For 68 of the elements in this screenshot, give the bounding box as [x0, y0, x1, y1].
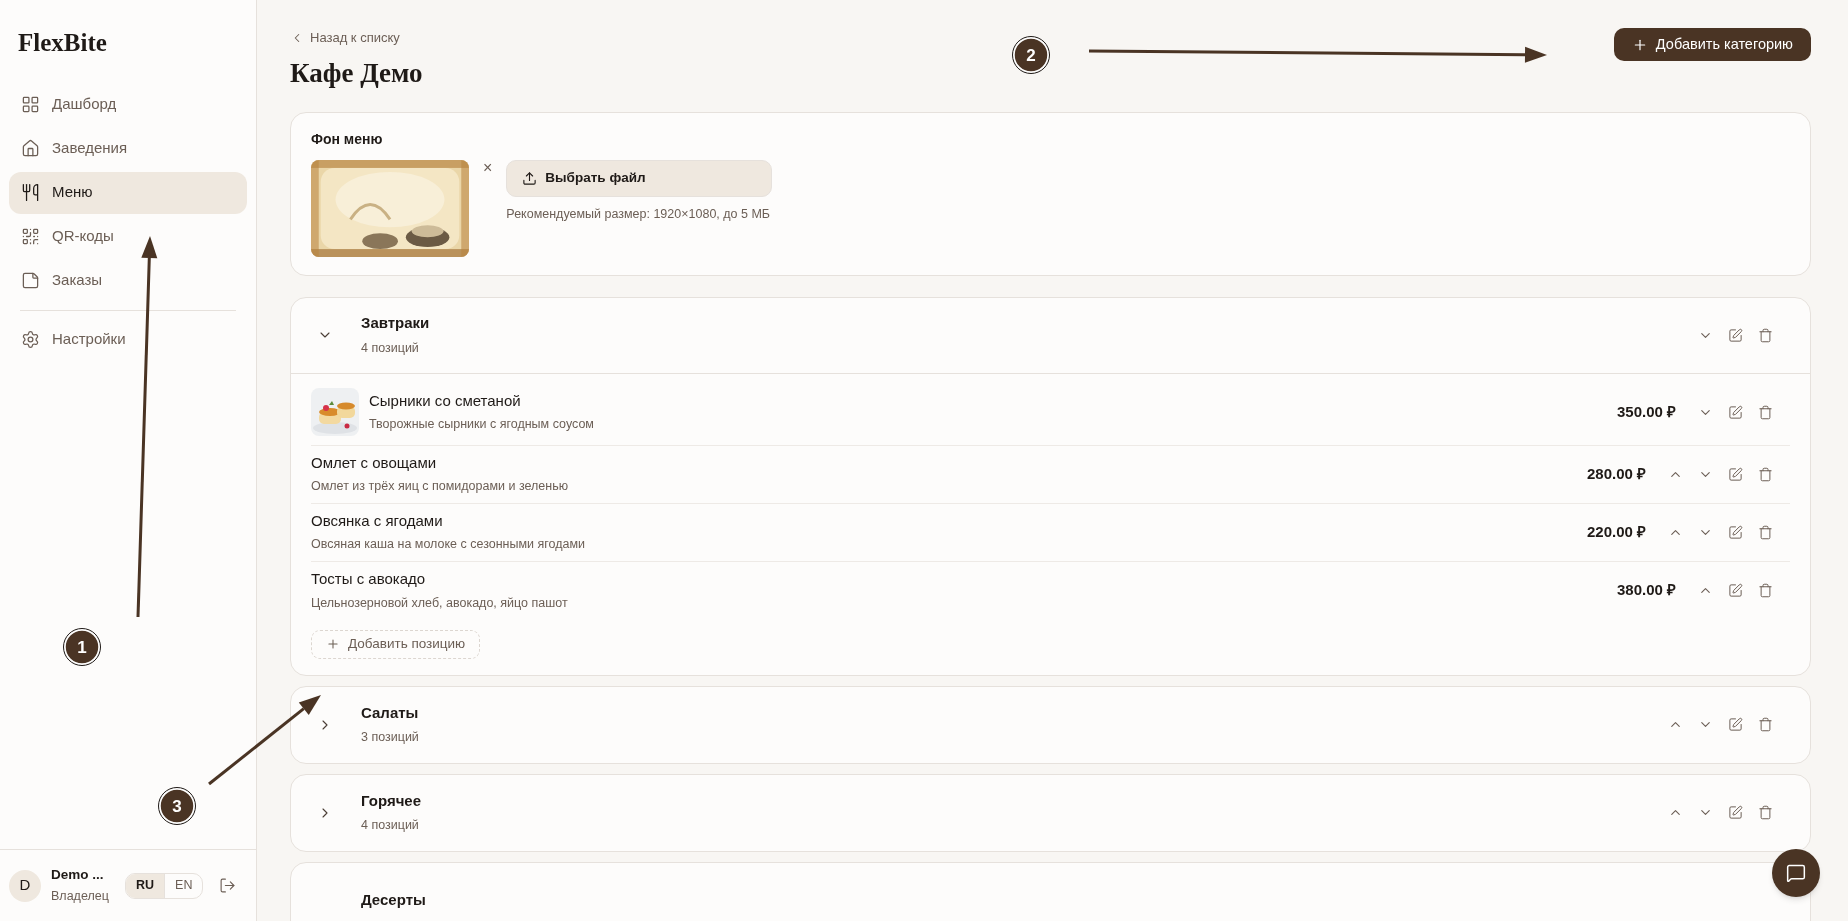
language-option[interactable]: RU	[126, 873, 165, 898]
trash-icon	[1757, 805, 1773, 820]
house-icon	[21, 139, 40, 158]
numbered-marker: 3	[158, 787, 196, 825]
add-item-button[interactable]: Добавить позицию	[311, 629, 481, 659]
chat-icon	[1786, 863, 1806, 883]
edit-icon	[1727, 327, 1743, 343]
category-name: Завтраки	[361, 313, 431, 334]
avatar: D	[9, 869, 41, 902]
item-price: 380.00 ₽	[1616, 580, 1676, 601]
numbered-marker: 2	[1012, 36, 1050, 74]
numbered-marker: 1	[63, 628, 101, 666]
item-name: Сырники со сметаной	[369, 390, 522, 411]
edit-icon	[1727, 466, 1743, 482]
edit-icon	[1727, 404, 1743, 420]
item-count: 3 позиций	[361, 729, 420, 747]
remove-button[interactable]: ×	[483, 159, 493, 176]
trash-icon	[1757, 717, 1773, 732]
chat-button[interactable]	[1772, 849, 1820, 897]
settings-icon	[21, 330, 40, 349]
item-name: Омлет с овощами	[311, 452, 438, 473]
size-hint: Рекомендуемый размер: 1920×1080, до 5 МБ	[506, 205, 772, 223]
item-price: 280.00 ₽	[1586, 463, 1646, 484]
logout-icon	[219, 877, 237, 894]
category-name: Горячее	[361, 790, 423, 811]
qr-code-icon	[21, 227, 40, 246]
edit-icon	[1727, 524, 1743, 540]
upload-icon	[522, 170, 538, 186]
add-category-button[interactable]: Добавить категорию	[1613, 28, 1811, 61]
trash-icon	[1757, 466, 1773, 482]
trash-icon	[1757, 524, 1773, 540]
fork-knife-icon	[21, 183, 40, 202]
user-name: Demo ...	[51, 866, 105, 884]
item-description: Овсяная каша на молоке с сезонными ягодами	[311, 536, 587, 554]
sidebar-item[interactable]: Заведения	[9, 127, 247, 170]
item-price: 350.00 ₽	[1616, 401, 1676, 422]
logo: FlexBite	[18, 29, 107, 56]
sidebar-item[interactable]: Настройки	[9, 318, 247, 361]
item-description: Омлет из трёх яиц с помидорами и зеленью	[311, 478, 570, 496]
edit-icon	[1727, 717, 1743, 732]
edit-icon	[1727, 805, 1743, 820]
trash-icon	[1757, 583, 1773, 598]
trash-icon	[1757, 327, 1773, 343]
sidebar-item[interactable]: Меню	[9, 171, 247, 214]
item-name: Тосты с авокадо	[311, 569, 427, 590]
item-description: Творожные сырники с ягодным соусом	[369, 416, 595, 434]
logout-button[interactable]	[219, 877, 237, 894]
card-title: Фон меню	[311, 129, 384, 149]
back-link[interactable]: Назад к списку	[290, 28, 423, 48]
page-title: Кафе Демо	[290, 56, 423, 90]
choose-file-button[interactable]: Выбрать файл	[506, 159, 773, 197]
sidebar-item[interactable]: QR-коды	[9, 215, 247, 258]
trash-icon	[1757, 404, 1773, 420]
grid-icon	[21, 95, 40, 114]
user-role: Владелец	[51, 888, 110, 906]
item-count: 4 позиций	[361, 339, 420, 357]
category-name: Салаты	[361, 702, 420, 723]
category-name: Десерты	[361, 890, 427, 911]
language-option[interactable]: EN	[164, 873, 203, 898]
item-description: Цельнозерновой хлеб, авокадо, яйцо пашот	[311, 594, 569, 612]
sidebar-item[interactable]: Заказы	[9, 259, 247, 302]
item-count: 4 позиций	[361, 817, 420, 835]
item-name: Овсянка с ягодами	[311, 510, 444, 531]
edit-icon	[1727, 583, 1743, 598]
plus-icon	[326, 637, 340, 651]
item-price: 220.00 ₽	[1586, 521, 1646, 542]
sidebar-item[interactable]: Дашборд	[9, 83, 247, 126]
note-icon	[21, 271, 40, 290]
